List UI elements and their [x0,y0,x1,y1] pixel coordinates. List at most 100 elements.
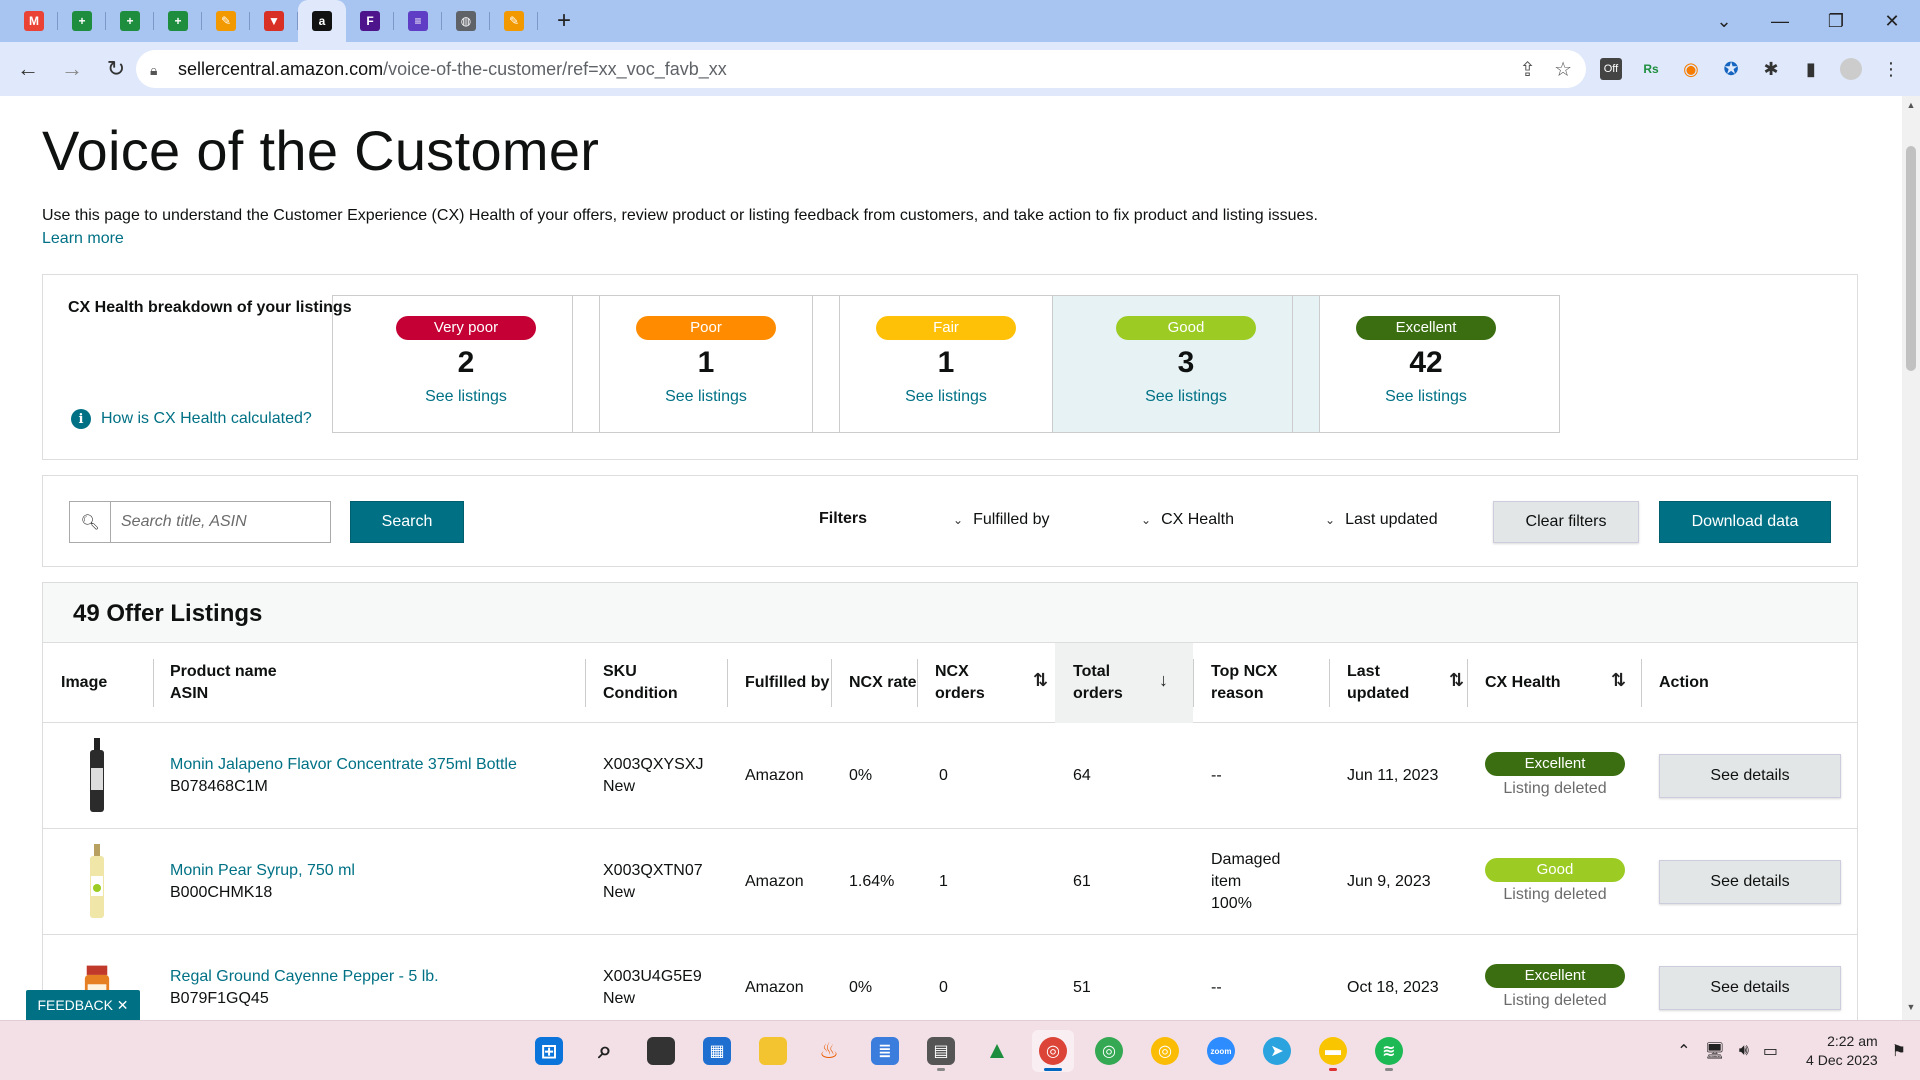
forward-icon[interactable]: → [52,49,92,89]
store-icon[interactable]: ▦ [696,1030,738,1072]
cx-card[interactable]: Excellent 42 See listings [1292,295,1560,433]
cx-card[interactable]: Very poor 2 See listings [332,295,600,433]
minimize-icon[interactable]: — [1752,0,1808,42]
tab-search-icon[interactable]: ⌄ [1696,0,1752,42]
scroll-thumb[interactable] [1906,146,1916,371]
zoom-icon[interactable]: zoom [1200,1030,1242,1072]
col-ncx-orders[interactable]: NCX orders ⇅ [935,643,1063,723]
see-details-button[interactable]: See details [1659,754,1841,798]
notification-icon[interactable]: ⚑ [1892,1041,1906,1061]
product-image[interactable] [83,843,111,921]
see-listings-link[interactable]: See listings [1053,388,1319,406]
scroll-up-icon[interactable]: ▲ [1902,100,1920,116]
col-total-orders[interactable]: Total orders ↓ [1055,643,1193,723]
reason-line: -- [1211,767,1222,784]
extension-blue-icon[interactable]: ✪ [1720,58,1742,80]
cx-how-link[interactable]: How is CX Health calculated? [101,410,312,428]
browser-tab[interactable]: + [154,0,202,42]
page-scrollbar[interactable]: ▲ ▼ [1902,96,1920,1020]
browser-tab[interactable]: ◍ [442,0,490,42]
reload-icon[interactable]: ↻ [96,49,136,89]
col-last-updated[interactable]: Last updated ⇅ [1347,643,1477,723]
bookmark-star-icon[interactable]: ☆ [1554,57,1572,82]
last-updated-dropdown[interactable]: ⌄ Last updated [1325,511,1438,529]
chevron-up-icon[interactable]: ⌃ [1677,1041,1690,1061]
extension-rs-icon[interactable]: Rs [1640,58,1662,80]
sort-icon[interactable]: ⇅ [1449,669,1464,691]
file-explorer-icon[interactable] [752,1030,794,1072]
chrome-icon[interactable]: ◎ [1088,1030,1130,1072]
flame-app-icon[interactable]: ♨ [808,1030,850,1072]
sheets-icon: + [72,11,92,31]
clock[interactable]: 2:22 am 4 Dec 2023 [1806,1032,1878,1070]
cx-card[interactable]: Fair 1 See listings [812,295,1080,433]
see-details-button[interactable]: See details [1659,966,1841,1010]
task-view-icon[interactable] [640,1030,682,1072]
browser-tab[interactable]: ✎ [490,0,538,42]
browser-menu-icon[interactable]: ⋮ [1880,58,1902,80]
total-orders: 61 [1073,829,1091,935]
start-icon[interactable]: ⊞ [528,1030,570,1072]
browser-tab[interactable]: a [298,0,346,42]
see-listings-link[interactable]: See listings [813,388,1079,406]
browser-tab[interactable]: ✎ [202,0,250,42]
see-details-button[interactable]: See details [1659,860,1841,904]
scroll-down-icon[interactable]: ▼ [1902,1002,1920,1018]
telegram-icon[interactable]: ➤ [1256,1030,1298,1072]
share-icon[interactable]: ⇪ [1519,57,1536,82]
browser-tab[interactable]: ≡ [394,0,442,42]
cx-health-label: CX Health [1161,511,1234,528]
side-panel-icon[interactable]: ▮ [1800,58,1822,80]
clear-filters-button[interactable]: Clear filters [1493,501,1639,543]
taskbar: ⊞ ⌕ ▦ ♨ ≣ ▤ ▲ ◎ ◎ ◎ zoom ➤ ▬ ≋ ⌃ 🖥︎ 🔊︎ ▭… [0,1020,1920,1080]
address-bar[interactable]: 🔒︎ sellercentral.amazon.com/voice-of-the… [136,50,1586,88]
close-icon[interactable]: ✕ [1864,0,1920,42]
sort-icon[interactable]: ⇅ [1611,669,1626,691]
google-drive-icon[interactable]: ▲ [976,1030,1018,1072]
chevron-down-icon: ⌄ [953,513,964,527]
notepad-icon[interactable]: ≣ [864,1030,906,1072]
product-name-link[interactable]: Monin Jalapeno Flavor Concentrate 375ml … [170,754,580,776]
download-data-button[interactable]: Download data [1659,501,1831,543]
restore-icon[interactable]: ❐ [1808,0,1864,42]
sort-descending-icon[interactable]: ↓ [1159,669,1168,691]
network-icon[interactable]: 🖥︎ [1705,1041,1725,1061]
browser-tab[interactable]: F [346,0,394,42]
chrome-profile-icon[interactable]: ◎ [1144,1030,1186,1072]
search-icon[interactable]: ⌕ [584,1030,626,1072]
sort-icon[interactable]: ⇅ [1033,669,1048,691]
chrome-active-icon[interactable]: ◎ [1032,1030,1074,1072]
search-input[interactable] [111,502,330,542]
app-yellow-icon[interactable]: ▬ [1312,1030,1354,1072]
browser-tab[interactable]: + [58,0,106,42]
back-icon[interactable]: ← [8,49,48,89]
calculator-icon[interactable]: ▤ [920,1030,962,1072]
spotify-icon[interactable]: ≋ [1368,1030,1410,1072]
cx-card[interactable]: Good 3 See listings [1052,295,1320,433]
product-name-link[interactable]: Monin Pear Syrup, 750 ml [170,860,580,882]
fulfilled-by-dropdown[interactable]: ⌄ Fulfilled by [953,511,1050,529]
cx-card[interactable]: Poor 1 See listings [572,295,840,433]
new-tab-button[interactable]: + [544,0,584,42]
browser-tab[interactable]: + [106,0,154,42]
profile-avatar[interactable] [1840,58,1862,80]
feedback-button[interactable]: FEEDBACK ✕ [26,990,140,1020]
learn-more-link[interactable]: Learn more [42,227,1318,250]
cx-how-calculated[interactable]: i How is CX Health calculated? [71,409,312,429]
extension-orange-icon[interactable]: ◉ [1680,58,1702,80]
col-reason-1: Top NCX [1211,663,1278,680]
extension-off-icon[interactable]: Off [1600,58,1622,80]
search-button[interactable]: Search [350,501,464,543]
browser-tab[interactable]: ▼ [250,0,298,42]
see-listings-link[interactable]: See listings [333,388,599,406]
see-listings-link[interactable]: See listings [573,388,839,406]
volume-icon[interactable]: 🔊︎ [1739,1042,1749,1060]
browser-tab[interactable]: M [10,0,58,42]
product-image[interactable] [83,737,111,815]
battery-icon[interactable]: ▭ [1763,1041,1778,1061]
see-listings-link[interactable]: See listings [1293,388,1559,406]
col-cx-health[interactable]: CX Health ⇅ [1485,643,1626,723]
cx-health-dropdown[interactable]: ⌄ CX Health [1141,511,1234,529]
product-name-link[interactable]: Regal Ground Cayenne Pepper - 5 lb. [170,966,580,988]
extensions-puzzle-icon[interactable]: ✱ [1760,58,1782,80]
